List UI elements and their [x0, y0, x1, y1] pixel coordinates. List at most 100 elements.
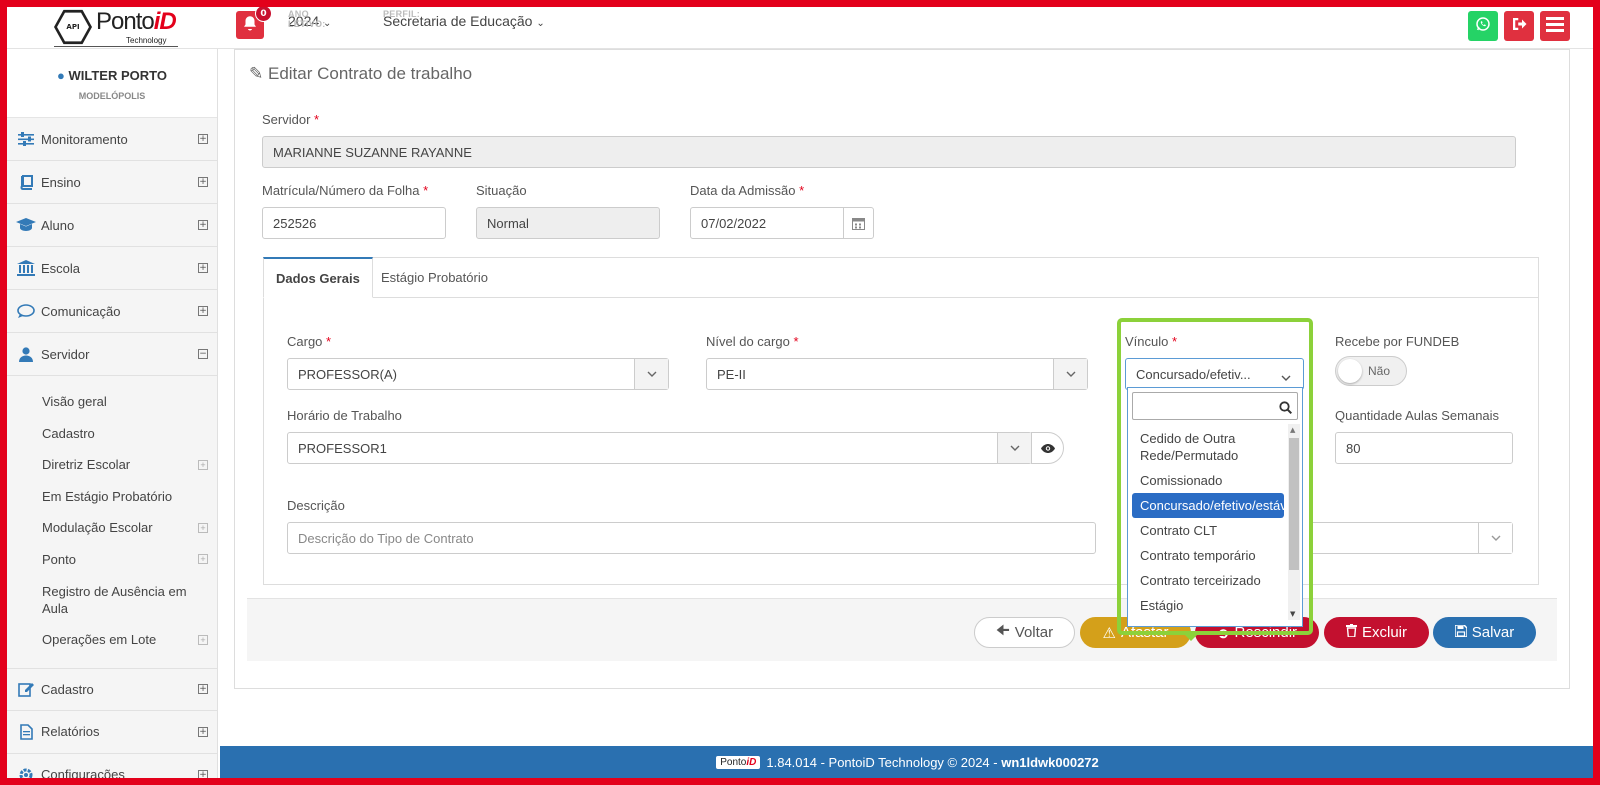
contract-tabs: Dados Gerais Estágio Probatório Cargo * … — [263, 257, 1539, 585]
hidden-select[interactable] — [1309, 522, 1513, 554]
submenu-operacoes-lote[interactable]: Operações em Lote + — [7, 624, 217, 656]
cargo-select[interactable]: PROFESSOR(A) — [287, 358, 669, 390]
chevron-down-icon — [634, 359, 668, 389]
sidebar: ● WILTER PORTO MODELÓPOLIS Monitoramento… — [7, 49, 218, 778]
sidebar-item-ensino[interactable]: Ensino + — [7, 161, 217, 204]
sidebar-item-comunicacao[interactable]: Comunicação + — [7, 290, 217, 333]
sidebar-item-relatorios[interactable]: Relatórios + — [7, 710, 217, 754]
top-bar: API PontoiD Technology 0 ANO LETIVO: 202… — [0, 0, 1600, 49]
chevron-down-icon — [1053, 359, 1087, 389]
submenu-cadastro[interactable]: Cadastro — [7, 418, 217, 450]
trash-icon — [1345, 624, 1357, 641]
nivel-label: Nível do cargo — [706, 334, 790, 349]
voltar-button[interactable]: 🠈 Voltar — [974, 617, 1075, 648]
submenu-ponto[interactable]: Ponto + — [7, 544, 217, 576]
file-text-icon — [7, 723, 41, 740]
expand-icon: + — [198, 220, 208, 230]
notifications-button[interactable]: 0 — [236, 5, 272, 39]
submenu-diretriz-escolar[interactable]: Diretriz Escolar + — [7, 449, 217, 481]
expand-icon: + — [198, 459, 208, 470]
expand-icon: + — [198, 726, 208, 737]
calendar-icon[interactable] — [843, 208, 873, 238]
submenu-registro-ausencia[interactable]: Registro de Ausência em Aula — [7, 575, 217, 624]
warning-icon: ⚠ — [1102, 624, 1116, 642]
page-title: ✎ Editar Contrato de trabalho — [249, 64, 473, 83]
aulas-label: Quantidade Aulas Semanais — [1335, 408, 1500, 423]
edit-contract-panel: ✎ Editar Contrato de trabalho Servidor *… — [234, 49, 1570, 689]
expand-icon: + — [198, 769, 208, 778]
user-profile: ● WILTER PORTO MODELÓPOLIS — [7, 49, 217, 118]
fundeb-label: Recebe por FUNDEB — [1335, 334, 1460, 349]
matricula-field[interactable]: 252526 — [262, 207, 446, 239]
horario-select[interactable]: PROFESSOR1 — [287, 432, 1032, 464]
view-horario-button[interactable] — [1031, 432, 1064, 464]
sidebar-item-monitoramento[interactable]: Monitoramento + — [7, 118, 217, 161]
submenu-em-estagio-probatorio[interactable]: Em Estágio Probatório — [7, 481, 217, 513]
footer-logo: PontoiD — [716, 755, 761, 769]
situacao-label: Situação — [476, 183, 527, 198]
hamburger-icon — [1546, 16, 1564, 36]
sidebar-item-cadastro[interactable]: Cadastro + — [7, 667, 217, 711]
page-footer: PontoiD 1.84.014 - PontoiD Technology © … — [220, 746, 1595, 778]
graduation-cap-icon — [7, 218, 41, 232]
aulas-semanais-field[interactable]: 80 — [1335, 432, 1513, 464]
tab-estagio-probatorio[interactable]: Estágio Probatório — [369, 257, 500, 298]
form-actions-bar: 🠈 Voltar ⚠ Afastar ➲ Rescindir Excluir Salv… — [247, 598, 1557, 661]
situacao-field[interactable]: Normal — [476, 207, 660, 239]
edit-icon: ✎ — [249, 64, 264, 83]
institution-icon — [7, 260, 41, 276]
descricao-field[interactable]: Descrição do Tipo de Contrato — [287, 522, 1096, 554]
notification-count-badge: 0 — [255, 5, 272, 22]
submenu-modulacao-escolar[interactable]: Modulação Escolar + — [7, 512, 217, 544]
book-icon — [7, 174, 41, 190]
ano-letivo-selector[interactable]: ANO LETIVO: 2024 ⌄ — [288, 9, 331, 29]
cargo-label: Cargo — [287, 334, 323, 349]
expand-icon: + — [198, 306, 208, 316]
servidor-label: Servidor — [262, 112, 311, 127]
sidebar-item-escola[interactable]: Escola + — [7, 247, 217, 290]
menu-button[interactable] — [1540, 11, 1570, 41]
servidor-field[interactable]: MARIANNE SUZANNE RAYANNE — [262, 136, 1516, 168]
user-icon: ● — [57, 68, 65, 83]
perfil-selector[interactable]: PERFIL: Secretaria de Educação ⌄ — [383, 9, 545, 29]
submenu-visao-geral[interactable]: Visão geral — [7, 386, 217, 418]
expand-icon: + — [198, 134, 208, 144]
highlight-box — [1117, 318, 1313, 635]
servidor-submenu: Visão geral Cadastro Diretriz Escolar + E… — [7, 376, 217, 668]
user-icon — [7, 346, 41, 362]
expand-icon: + — [198, 634, 208, 645]
pontoid-logo[interactable]: API PontoiD Technology — [42, 6, 178, 48]
admissao-date-field[interactable]: 07/02/2022 — [690, 207, 874, 239]
eye-icon — [1040, 441, 1055, 456]
admissao-label: Data da Admissão — [690, 183, 796, 198]
expand-icon: + — [198, 522, 208, 533]
footer-host: wn1ldwk000272 — [1001, 754, 1099, 770]
tab-dados-gerais[interactable]: Dados Gerais — [263, 257, 373, 298]
fundeb-toggle[interactable]: Não — [1335, 356, 1407, 386]
salvar-button[interactable]: Salvar — [1433, 617, 1536, 648]
highlight-pointer — [1183, 633, 1199, 641]
sliders-icon — [7, 132, 41, 146]
chevron-down-icon — [997, 433, 1031, 463]
sidebar-item-configuracoes[interactable]: Configurações + — [7, 753, 217, 778]
descricao-label: Descrição — [287, 498, 345, 513]
chat-bubble-icon — [7, 303, 41, 319]
chevron-down-icon: ⌄ — [536, 18, 545, 29]
user-city: MODELÓPOLIS — [78, 91, 146, 101]
expand-icon: + — [198, 684, 208, 694]
excluir-button[interactable]: Excluir — [1324, 617, 1429, 648]
expand-icon: + — [198, 177, 208, 187]
chevron-down-icon — [1478, 523, 1512, 553]
edit-icon — [7, 681, 41, 697]
sidebar-item-aluno[interactable]: Aluno + — [7, 204, 217, 247]
matricula-label: Matrícula/Número da Folha — [262, 183, 420, 198]
floppy-disk-icon — [1453, 624, 1468, 641]
sign-out-icon — [1510, 15, 1528, 37]
nivel-cargo-select[interactable]: PE-II — [706, 358, 1088, 390]
horario-label: Horário de Trabalho — [287, 408, 402, 423]
user-name: WILTER PORTO — [68, 68, 167, 83]
expand-icon: + — [198, 554, 208, 565]
whatsapp-button[interactable] — [1468, 11, 1498, 41]
logout-button[interactable] — [1504, 11, 1534, 41]
sidebar-item-servidor[interactable]: Servidor − — [7, 333, 217, 376]
